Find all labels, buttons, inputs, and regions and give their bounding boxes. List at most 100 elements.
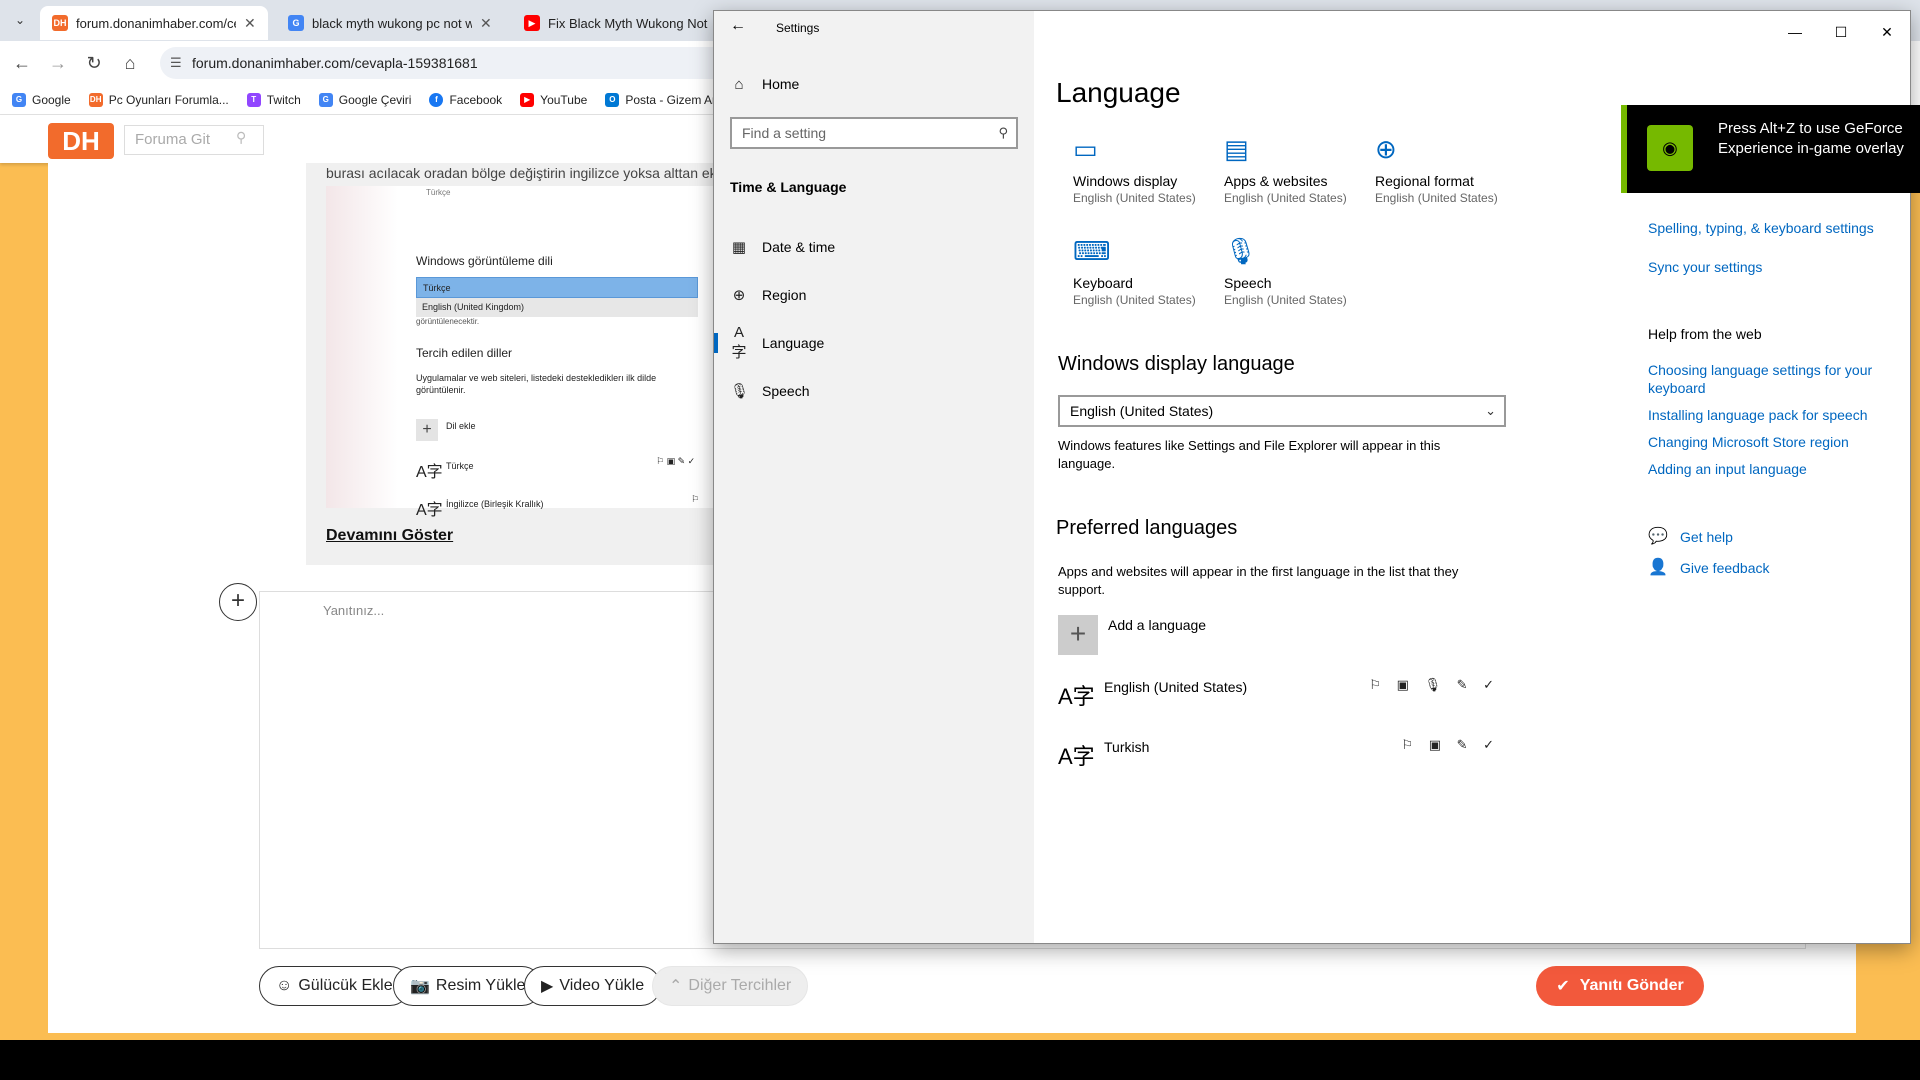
minimize-icon[interactable]: — xyxy=(1772,17,1818,47)
more-button-label: Diğer Tercihler xyxy=(688,977,792,994)
emoji-button-label: Gülücük Ekle xyxy=(298,977,393,994)
tile-name: Regional format xyxy=(1375,173,1474,189)
qi-heading: Tercih edilen diller xyxy=(416,346,513,360)
video-upload-button[interactable]: ▶ Video Yükle xyxy=(524,966,662,1006)
display-language-value: English (United States) xyxy=(1070,403,1214,419)
bookmark-youtube[interactable]: ▶ YouTube xyxy=(520,92,587,107)
window-title: Settings xyxy=(776,21,820,35)
nav-date-time[interactable]: ▦ Date & time xyxy=(730,227,835,267)
tile-sub: English (United States) xyxy=(1073,293,1196,307)
link-choosing-language[interactable]: Choosing language settings for your keyb… xyxy=(1648,361,1888,397)
language-features-icon: ⚐ ▣ 🎙 ✎ ✓ xyxy=(1369,677,1500,692)
tile-name: Speech xyxy=(1224,275,1272,291)
language-row-english[interactable]: A字 English (United States) ⚐ ▣ 🎙 ✎ ✓ xyxy=(1058,677,1506,723)
google-favicon-icon: G xyxy=(288,15,304,31)
blurred-region xyxy=(326,186,398,508)
checkmark-icon: ✔ xyxy=(1556,978,1570,995)
find-setting-placeholder: Find a setting xyxy=(742,125,827,141)
chevron-down-icon: ⌄ xyxy=(1485,403,1496,418)
tab-google-search[interactable]: G black myth wukong pc not wor ✕ xyxy=(276,6,504,40)
microphone-icon: 🎙 xyxy=(1224,236,1258,266)
keyboard-icon: ⌨ xyxy=(1073,236,1111,266)
bookmark-posta[interactable]: O Posta - Gizem Arc xyxy=(605,92,723,107)
bookmark-label: Facebook xyxy=(449,92,503,107)
language-name: Turkish xyxy=(1104,739,1150,755)
get-help-link[interactable]: Get help xyxy=(1680,528,1733,546)
tab-donanimhaber[interactable]: DH forum.donanimhaber.com/ceva ✕ xyxy=(40,6,268,40)
bookmark-label: Twitch xyxy=(266,92,301,107)
tab-youtube[interactable]: ▶ Fix Black Myth Wukong Not La xyxy=(512,6,720,40)
tile-keyboard[interactable]: ⌨ Keyboard English (United States) xyxy=(1073,235,1213,307)
outlook-icon: O xyxy=(605,92,620,107)
show-more-link[interactable]: Devamını Göster xyxy=(326,527,453,545)
add-language-label[interactable]: Add a language xyxy=(1108,617,1206,633)
search-icon: ⚲ xyxy=(998,125,1008,140)
add-language-plus-icon[interactable]: + xyxy=(1058,615,1098,655)
back-arrow-icon[interactable]: ← xyxy=(10,51,34,75)
maximize-icon[interactable]: ☐ xyxy=(1818,17,1864,47)
help-from-web-title: Help from the web xyxy=(1648,326,1762,342)
emoji-button[interactable]: ☺ Gülücük Ekle xyxy=(259,966,410,1006)
more-options-button[interactable]: ⌃ Diğer Tercihler xyxy=(652,966,809,1006)
bookmark-pc-oyunlari[interactable]: DH Pc Oyunları Forumla... xyxy=(88,92,229,107)
nav-language[interactable]: A字 Language xyxy=(714,323,824,363)
add-content-plus-icon[interactable]: + xyxy=(219,583,257,621)
link-installing-language-pack[interactable]: Installing language pack for speech xyxy=(1648,406,1867,424)
qi-language-icon: A字 xyxy=(416,502,443,519)
send-reply-button[interactable]: ✔ Yanıtı Gönder xyxy=(1536,966,1704,1006)
link-changing-store-region[interactable]: Changing Microsoft Store region xyxy=(1648,433,1849,451)
language-features-icon: ⚐ ▣ ✎ ✓ xyxy=(1401,737,1500,752)
bookmark-label: Posta - Gizem Arc xyxy=(625,92,723,107)
link-sync-settings[interactable]: Sync your settings xyxy=(1648,258,1762,276)
tab-close-icon[interactable]: ✕ xyxy=(480,15,492,32)
tile-regional-format[interactable]: ⊕ Regional format English (United States… xyxy=(1375,133,1515,205)
nav-home-label: Home xyxy=(762,76,800,92)
give-feedback-link[interactable]: Give feedback xyxy=(1680,559,1770,577)
link-spelling-typing[interactable]: Spelling, typing, & keyboard settings xyxy=(1648,219,1874,237)
tab-close-icon[interactable]: ✕ xyxy=(244,15,256,32)
qi-cut-text: görüntülenecektir. xyxy=(416,317,480,326)
tile-windows-display[interactable]: ▭ Windows display English (United States… xyxy=(1073,133,1213,205)
search-icon[interactable]: ⚲ xyxy=(236,129,246,146)
tile-name: Keyboard xyxy=(1073,275,1133,291)
image-button-label: Resim Yükle xyxy=(435,977,526,994)
qi-selected-option: Türkçe xyxy=(416,277,698,298)
nav-home[interactable]: ⌂ Home xyxy=(730,64,799,104)
display-language-select[interactable]: English (United States) ⌄ xyxy=(1058,395,1506,427)
nav-region[interactable]: ⊕ Region xyxy=(730,275,807,315)
qi-lang-name: İngilizce (Birleşik Krallık) xyxy=(446,499,544,509)
tab-title: black myth wukong pc not wor xyxy=(312,15,472,31)
bookmark-facebook[interactable]: f Facebook xyxy=(429,92,503,107)
nav-speech[interactable]: 🎙 Speech xyxy=(730,371,809,411)
reload-icon[interactable]: ↻ xyxy=(82,51,106,75)
tile-apps-websites[interactable]: ▤ Apps & websites English (United States… xyxy=(1224,133,1364,205)
bookmark-google[interactable]: G Google xyxy=(12,92,71,107)
tile-speech[interactable]: 🎙 Speech English (United States) xyxy=(1224,235,1364,307)
video-button-label: Video Yükle xyxy=(559,977,645,994)
send-button-label: Yanıtı Gönder xyxy=(1579,977,1684,994)
site-info-icon[interactable]: ☰ xyxy=(170,47,182,79)
bookmark-twitch[interactable]: T Twitch xyxy=(246,92,301,107)
reply-placeholder: Yanıtınız... xyxy=(323,603,385,618)
tile-sub: English (United States) xyxy=(1224,293,1347,307)
youtube-favicon-icon: ▶ xyxy=(524,15,540,31)
back-arrow-icon[interactable]: ← xyxy=(730,17,746,35)
qi-desc: Uygulamalar ve web siteleri, listedeki d… xyxy=(416,373,657,395)
donanimhaber-icon: DH xyxy=(88,92,103,107)
home-icon[interactable]: ⌂ xyxy=(118,51,142,75)
preferred-languages-desc: Apps and websites will appear in the fir… xyxy=(1058,564,1459,597)
tab-search-chevron-icon[interactable]: ⌄ xyxy=(8,8,32,32)
language-icon: A字 xyxy=(731,324,747,361)
qi-features-icon: ⚐ xyxy=(691,494,700,504)
bookmark-google-ceviri[interactable]: G Google Çeviri xyxy=(318,92,411,107)
link-adding-input-language[interactable]: Adding an input language xyxy=(1648,460,1807,478)
language-row-turkish[interactable]: A字 Turkish ⚐ ▣ ✎ ✓ xyxy=(1058,737,1506,783)
close-icon[interactable]: ✕ xyxy=(1864,17,1910,47)
youtube-icon: ▶ xyxy=(520,92,535,107)
language-icon: A字 xyxy=(1058,744,1095,769)
image-upload-button[interactable]: 📷 Resim Yükle xyxy=(393,966,543,1006)
donanimhaber-logo[interactable]: DH xyxy=(48,123,114,159)
find-setting-input[interactable]: Find a setting ⚲ xyxy=(730,117,1018,149)
forward-arrow-icon[interactable]: → xyxy=(46,51,70,75)
calendar-clock-icon: ▦ xyxy=(731,239,747,256)
